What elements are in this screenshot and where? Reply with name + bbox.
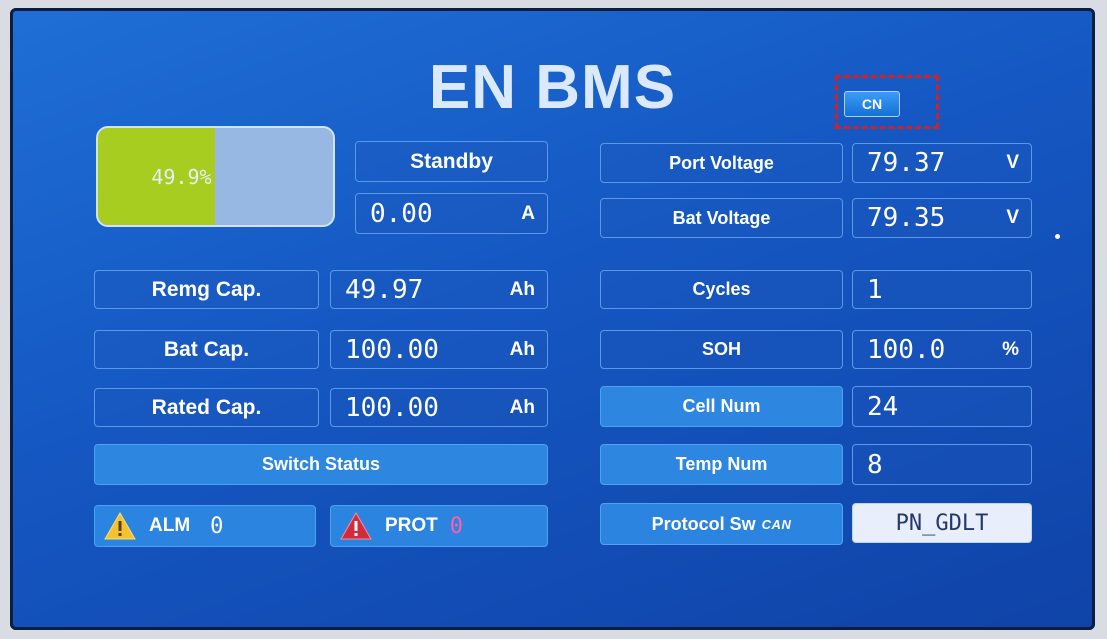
bat-voltage-label: Bat Voltage [600,198,843,238]
soh-unit: % [1002,338,1019,360]
battery-percent: 49.9% [151,164,212,189]
current-unit: A [521,202,535,224]
language-cn-button[interactable]: CN [844,91,900,117]
remg-cap-value: 49.97 Ah [330,270,548,309]
alarm-indicator[interactable]: ALM 0 [94,505,316,547]
cell-num-number: 24 [867,391,899,422]
bat-voltage-number: 79.35 [867,203,946,233]
port-voltage-value: 79.37 V [852,143,1032,183]
rated-cap-number: 100.00 [345,392,439,423]
can-tag: CAN [761,516,792,532]
remg-cap-number: 49.97 [345,274,424,305]
protection-warning-icon [340,511,372,540]
bat-cap-number: 100.00 [345,334,439,365]
port-voltage-number: 79.37 [867,148,946,178]
port-voltage-unit: V [1006,152,1019,173]
protocol-label: Protocol Sw [651,513,756,534]
protection-count: 0 [449,513,464,539]
rated-cap-unit: Ah [509,396,535,418]
rated-cap-label: Rated Cap. [94,388,319,427]
remg-cap-unit: Ah [509,278,535,300]
protection-label: PROT [385,515,438,536]
cell-num-button[interactable]: Cell Num [600,386,843,427]
port-voltage-label: Port Voltage [600,143,843,183]
bms-screen: EN BMS CN 49.9% Standby 0.00 A Remg Cap.… [10,8,1095,630]
status-badge: Standby [355,141,548,182]
protocol-switch-button[interactable]: Protocol Sw CAN [600,503,843,545]
temp-num-value: 8 [852,444,1032,485]
indicator-dot [1055,234,1060,239]
bat-voltage-unit: V [1006,207,1019,228]
alarm-count: 0 [210,513,224,539]
cycles-value: 1 [852,270,1032,309]
switch-status-button[interactable]: Switch Status [94,444,548,485]
remg-cap-label: Remg Cap. [94,270,319,309]
current-value: 0.00 [370,198,433,229]
bat-cap-label: Bat Cap. [94,330,319,369]
soh-value: 100.0 % [852,330,1032,369]
protection-indicator[interactable]: PROT 0 [330,505,548,547]
bat-cap-value: 100.00 Ah [330,330,548,369]
bat-cap-unit: Ah [509,338,535,360]
soh-label: SOH [600,330,843,369]
battery-indicator: 49.9% [96,126,335,227]
alarm-label: ALM [149,515,191,536]
rated-cap-value: 100.00 Ah [330,388,548,427]
cell-num-value: 24 [852,386,1032,427]
temp-num-number: 8 [867,449,883,480]
temp-num-button[interactable]: Temp Num [600,444,843,485]
cycles-label: Cycles [600,270,843,309]
warning-icon [104,511,136,540]
protocol-value-button[interactable]: PN_GDLT [852,503,1032,543]
cycles-number: 1 [867,274,883,305]
bat-voltage-value: 79.35 V [852,198,1032,238]
current-display: 0.00 A [355,193,548,234]
soh-number: 100.0 [867,334,946,365]
